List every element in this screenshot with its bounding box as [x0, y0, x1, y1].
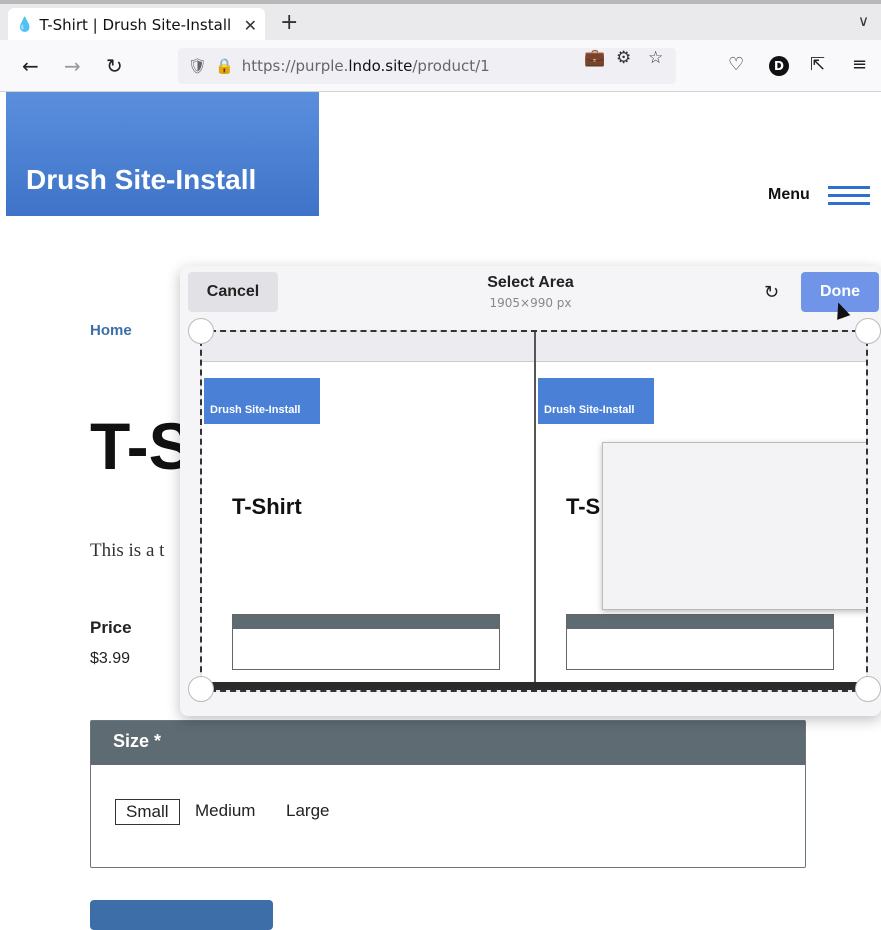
preview-title: T-Shirt	[232, 494, 302, 519]
briefcase-icon[interactable]: 💼	[584, 48, 605, 68]
lock-icon[interactable]: 🔒	[215, 57, 234, 75]
navigation-toolbar: ← → ↻ 🛡 🔒 https://purple.lndo.site/produ…	[0, 40, 881, 92]
bug-icon[interactable]: ⚙	[616, 48, 631, 68]
size-fieldset: Size * Small Medium Large	[90, 720, 806, 868]
size-legend: Size *	[91, 721, 805, 765]
preview-branding: Drush Site-Install	[204, 378, 320, 424]
drupal-favicon-icon: 💧	[16, 17, 34, 33]
preview-nested-dialog	[602, 442, 866, 610]
resize-handle-top-left[interactable]	[188, 318, 214, 344]
pocket-icon[interactable]: ♡	[728, 54, 744, 75]
resize-handle-bottom-left[interactable]	[188, 676, 214, 702]
selection-area[interactable]: Drush Site-Install T-Shirt Drush Site-In…	[200, 330, 868, 692]
price-label: Price	[90, 618, 132, 637]
site-branding[interactable]: Drush Site-Install	[6, 92, 319, 216]
resize-handle-top-right[interactable]	[855, 318, 881, 344]
bookmark-star-icon[interactable]: ☆	[648, 48, 663, 68]
menu-label[interactable]: Menu	[768, 186, 810, 204]
reload-button[interactable]: ↻	[106, 54, 123, 78]
shield-icon[interactable]: 🛡	[188, 57, 207, 75]
preview-size-box	[232, 614, 500, 670]
url-text: https://purple.lndo.site/product/1	[241, 57, 490, 75]
add-to-cart-button[interactable]	[90, 900, 273, 930]
preview-taskbar	[202, 682, 866, 690]
new-tab-button[interactable]: +	[280, 10, 298, 35]
resize-handle-bottom-right[interactable]	[855, 676, 881, 702]
preview-browser-chrome	[536, 332, 866, 362]
site-name[interactable]: Drush Site-Install	[26, 164, 256, 196]
product-description: This is a t	[90, 540, 165, 561]
preview-size-box	[566, 614, 834, 670]
size-option-small[interactable]: Small	[115, 799, 180, 825]
preview-pane-left: Drush Site-Install T-Shirt	[202, 332, 536, 690]
close-tab-icon[interactable]: ✕	[244, 16, 257, 35]
profile-avatar[interactable]: D	[769, 56, 789, 76]
page-title: T-Shirt	[90, 409, 185, 483]
tab-active[interactable]: 💧 T-Shirt | Drush Site-Install ✕	[8, 8, 265, 42]
preview-browser-chrome	[202, 332, 534, 362]
preview-branding: Drush Site-Install	[538, 378, 654, 424]
menu-toggle-icon[interactable]	[828, 186, 870, 206]
price-value: $3.99	[90, 650, 131, 667]
extensions-icon[interactable]: ⇱	[810, 54, 825, 75]
select-area-dialog: Cancel Select Area 1905×990 px ↻ Done Dr…	[180, 266, 881, 716]
tab-title: T-Shirt | Drush Site-Install	[39, 16, 232, 34]
hamburger-menu-icon[interactable]: ≡	[852, 54, 867, 75]
size-option-medium[interactable]: Medium	[195, 801, 255, 821]
chevron-down-icon[interactable]: ∨	[858, 12, 869, 30]
back-button[interactable]: ←	[22, 54, 39, 78]
breadcrumb-home[interactable]: Home	[90, 322, 132, 339]
size-option-large[interactable]: Large	[286, 801, 329, 821]
forward-button[interactable]: →	[64, 54, 81, 78]
preview-title: T-S	[566, 494, 601, 519]
tab-bar: 💧 T-Shirt | Drush Site-Install ✕ + ∨	[0, 0, 881, 42]
reset-icon[interactable]: ↻	[764, 282, 779, 303]
